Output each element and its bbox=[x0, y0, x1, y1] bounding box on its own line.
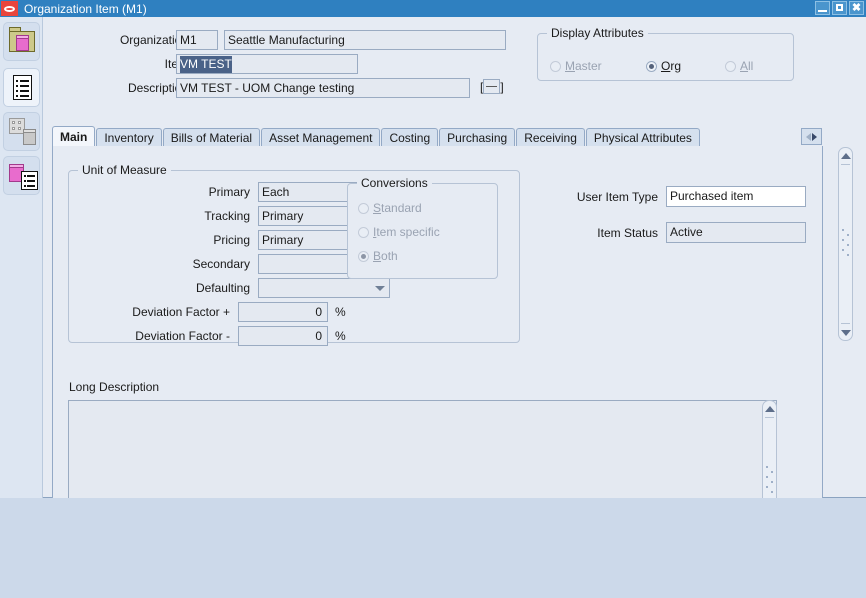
item-field[interactable]: VM TEST bbox=[176, 54, 358, 74]
tab-receiving[interactable]: Receiving bbox=[516, 128, 585, 147]
folder-item-icon bbox=[4, 23, 39, 60]
sidebar-item-item-attributes[interactable] bbox=[3, 156, 40, 195]
tab-asset-management[interactable]: Asset Management bbox=[261, 128, 381, 147]
scroll-up-icon[interactable] bbox=[839, 148, 852, 163]
flexfield-close-bracket: ] bbox=[500, 80, 504, 94]
display-attributes-title: Display Attributes bbox=[547, 26, 648, 40]
oracle-logo-icon bbox=[1, 1, 18, 16]
tracking-uom-label: Tracking bbox=[204, 209, 250, 223]
defaulting-uom-label: Defaulting bbox=[195, 281, 250, 295]
item-attributes-icon bbox=[4, 157, 39, 194]
form-vertical-scrollbar[interactable] bbox=[838, 147, 853, 341]
organization-code-field[interactable]: M1 bbox=[176, 30, 218, 50]
radio-master-label: Master bbox=[565, 59, 602, 73]
sidebar-item-organization-items[interactable] bbox=[3, 112, 40, 151]
tab-strip: Main Inventory Bills of Material Asset M… bbox=[52, 126, 823, 147]
secondary-uom-label: Secondary bbox=[192, 257, 250, 271]
deviation-factor-plus-percent: % bbox=[335, 305, 346, 319]
document-list-icon bbox=[4, 69, 39, 106]
organization-name-field[interactable]: Seattle Manufacturing bbox=[224, 30, 506, 50]
radio-both-label: Both bbox=[373, 249, 398, 263]
scroll-up-icon[interactable] bbox=[763, 401, 776, 416]
radio-both-icon bbox=[358, 250, 369, 262]
item-status-field[interactable]: Active bbox=[666, 222, 806, 243]
navigator-sidebar bbox=[0, 17, 43, 498]
radio-conversion-both[interactable]: Both bbox=[358, 249, 398, 263]
window-controls: ✖ bbox=[815, 1, 864, 15]
tab-inventory[interactable]: Inventory bbox=[96, 128, 162, 147]
tab-main[interactable]: Main bbox=[52, 126, 96, 147]
conversions-title: Conversions bbox=[357, 176, 432, 190]
radio-all-label: All bbox=[740, 59, 754, 73]
description-field[interactable]: VM TEST - UOM Change testing bbox=[176, 78, 470, 98]
user-item-type-field[interactable]: Purchased item bbox=[666, 186, 806, 207]
description-label: Description bbox=[127, 81, 188, 95]
tab-purchasing[interactable]: Purchasing bbox=[439, 128, 516, 147]
primary-uom-label: Primary bbox=[208, 185, 250, 199]
organization-item-icon bbox=[4, 113, 39, 150]
flexfield-box-icon bbox=[483, 79, 501, 94]
pricing-uom-label: Pricing bbox=[213, 233, 250, 247]
item-field-value: VM TEST bbox=[180, 56, 232, 73]
sidebar-item-item-list[interactable] bbox=[3, 68, 40, 107]
radio-conversion-item-specific[interactable]: Item specific bbox=[358, 225, 440, 239]
scroll-down-icon[interactable] bbox=[839, 325, 852, 340]
descriptive-flexfield[interactable]: [] bbox=[480, 79, 504, 94]
tab-scroll-right-icon[interactable] bbox=[801, 128, 822, 145]
tab-bills-of-material[interactable]: Bills of Material bbox=[162, 128, 261, 147]
radio-display-master[interactable]: Master bbox=[550, 59, 602, 73]
deviation-factor-minus-field[interactable]: 0 bbox=[238, 326, 328, 346]
user-item-type-label: User Item Type bbox=[576, 190, 658, 204]
deviation-factor-minus-percent: % bbox=[335, 329, 346, 343]
radio-display-org[interactable]: Org bbox=[646, 59, 681, 73]
radio-all-icon bbox=[725, 60, 736, 72]
tab-costing[interactable]: Costing bbox=[381, 128, 439, 147]
window-titlebar: Organization Item (M1) ✖ bbox=[0, 0, 866, 17]
item-label: Item bbox=[83, 57, 188, 71]
long-description-label: Long Description bbox=[69, 380, 160, 394]
radio-master-icon bbox=[550, 60, 561, 72]
display-attributes-group: Display Attributes Master Org All bbox=[537, 26, 794, 81]
organization-label: Organization bbox=[119, 33, 188, 47]
window-title: Organization Item (M1) bbox=[24, 1, 147, 16]
deviation-factor-plus-label: Deviation Factor + bbox=[132, 305, 230, 319]
conversions-group: Conversions Standard Item specific Both bbox=[347, 176, 498, 279]
minimize-button[interactable] bbox=[815, 1, 830, 15]
chevron-down-icon[interactable] bbox=[371, 280, 388, 296]
deviation-factor-minus-label: Deviation Factor - bbox=[135, 329, 230, 343]
radio-display-all[interactable]: All bbox=[725, 59, 753, 73]
tab-physical-attributes[interactable]: Physical Attributes bbox=[585, 128, 700, 147]
close-icon: ✖ bbox=[851, 2, 862, 14]
defaulting-uom-dropdown[interactable] bbox=[258, 278, 390, 298]
radio-standard-icon bbox=[358, 202, 369, 214]
radio-org-icon bbox=[646, 60, 657, 72]
application-background bbox=[0, 498, 866, 598]
radio-org-label: Org bbox=[661, 59, 682, 73]
sidebar-item-master-items[interactable] bbox=[3, 22, 40, 61]
radio-conversion-standard[interactable]: Standard bbox=[358, 201, 422, 215]
item-status-label: Item Status bbox=[597, 226, 658, 240]
deviation-factor-plus-field[interactable]: 0 bbox=[238, 302, 328, 322]
close-button[interactable]: ✖ bbox=[849, 1, 864, 15]
unit-of-measure-title: Unit of Measure bbox=[78, 163, 171, 177]
radio-item-specific-icon bbox=[358, 226, 369, 238]
radio-standard-label: Standard bbox=[373, 201, 422, 215]
maximize-button[interactable] bbox=[832, 1, 847, 15]
radio-item-specific-label: Item specific bbox=[373, 225, 440, 239]
